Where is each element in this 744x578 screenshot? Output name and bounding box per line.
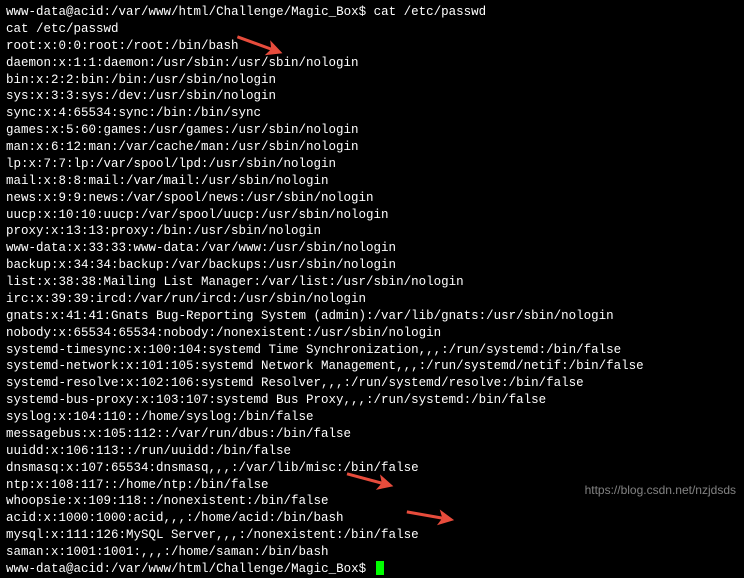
passwd-line: backup:x:34:34:backup:/var/backups:/usr/… <box>6 257 738 274</box>
prompt-cwd: /var/www/html/Challenge/Magic_Box <box>111 4 359 21</box>
passwd-line: www-data:x:33:33:www-data:/var/www:/usr/… <box>6 240 738 257</box>
passwd-line: daemon:x:1:1:daemon:/usr/sbin:/usr/sbin/… <box>6 55 738 72</box>
passwd-line: acid:x:1000:1000:acid,,,:/home/acid:/bin… <box>6 510 738 527</box>
prompt-space <box>366 561 374 578</box>
passwd-line: uuidd:x:106:113::/run/uuidd:/bin/false <box>6 443 738 460</box>
passwd-line: mysql:x:111:126:MySQL Server,,,:/nonexis… <box>6 527 738 544</box>
prompt-colon: : <box>104 4 112 21</box>
echo-line: cat /etc/passwd <box>6 21 738 38</box>
passwd-line: dnsmasq:x:107:65534:dnsmasq,,,:/var/lib/… <box>6 460 738 477</box>
passwd-line: sync:x:4:65534:sync:/bin:/bin/sync <box>6 105 738 122</box>
passwd-line: lp:x:7:7:lp:/var/spool/lpd:/usr/sbin/nol… <box>6 156 738 173</box>
prompt-user-host: www-data@acid <box>6 561 104 578</box>
passwd-line: news:x:9:9:news:/var/spool/news:/usr/sbi… <box>6 190 738 207</box>
passwd-line: bin:x:2:2:bin:/bin:/usr/sbin/nologin <box>6 72 738 89</box>
passwd-line: man:x:6:12:man:/var/cache/man:/usr/sbin/… <box>6 139 738 156</box>
passwd-line: games:x:5:60:games:/usr/games:/usr/sbin/… <box>6 122 738 139</box>
passwd-line: gnats:x:41:41:Gnats Bug-Reporting System… <box>6 308 738 325</box>
prompt-line: www-data@acid:/var/www/html/Challenge/Ma… <box>6 4 738 21</box>
passwd-line: nobody:x:65534:65534:nobody:/nonexistent… <box>6 325 738 342</box>
passwd-line: messagebus:x:105:112::/var/run/dbus:/bin… <box>6 426 738 443</box>
passwd-line: systemd-bus-proxy:x:103:107:systemd Bus … <box>6 392 738 409</box>
prompt-user-host: www-data@acid <box>6 4 104 21</box>
prompt-colon: : <box>104 561 112 578</box>
passwd-line: irc:x:39:39:ircd:/var/run/ircd:/usr/sbin… <box>6 291 738 308</box>
passwd-line: proxy:x:13:13:proxy:/bin:/usr/sbin/nolog… <box>6 223 738 240</box>
command-text: cat /etc/passwd <box>374 4 487 21</box>
passwd-line: saman:x:1001:1001:,,,:/home/saman:/bin/b… <box>6 544 738 561</box>
prompt-sep: $ <box>359 561 367 578</box>
prompt-sep: $ <box>359 4 367 21</box>
watermark-text: https://blog.csdn.net/nzjdsds <box>585 482 736 498</box>
cursor-icon <box>376 561 384 575</box>
passwd-line: sys:x:3:3:sys:/dev:/usr/sbin/nologin <box>6 88 738 105</box>
passwd-line: root:x:0:0:root:/root:/bin/bash <box>6 38 738 55</box>
prompt-space <box>366 4 374 21</box>
passwd-line: systemd-resolve:x:102:106:systemd Resolv… <box>6 375 738 392</box>
passwd-line: syslog:x:104:110::/home/syslog:/bin/fals… <box>6 409 738 426</box>
passwd-line: mail:x:8:8:mail:/var/mail:/usr/sbin/nolo… <box>6 173 738 190</box>
passwd-line: uucp:x:10:10:uucp:/var/spool/uucp:/usr/s… <box>6 207 738 224</box>
prompt-line-end[interactable]: www-data@acid:/var/www/html/Challenge/Ma… <box>6 561 738 578</box>
passwd-line: list:x:38:38:Mailing List Manager:/var/l… <box>6 274 738 291</box>
passwd-line: systemd-network:x:101:105:systemd Networ… <box>6 358 738 375</box>
prompt-cwd: /var/www/html/Challenge/Magic_Box <box>111 561 359 578</box>
passwd-line: systemd-timesync:x:100:104:systemd Time … <box>6 342 738 359</box>
